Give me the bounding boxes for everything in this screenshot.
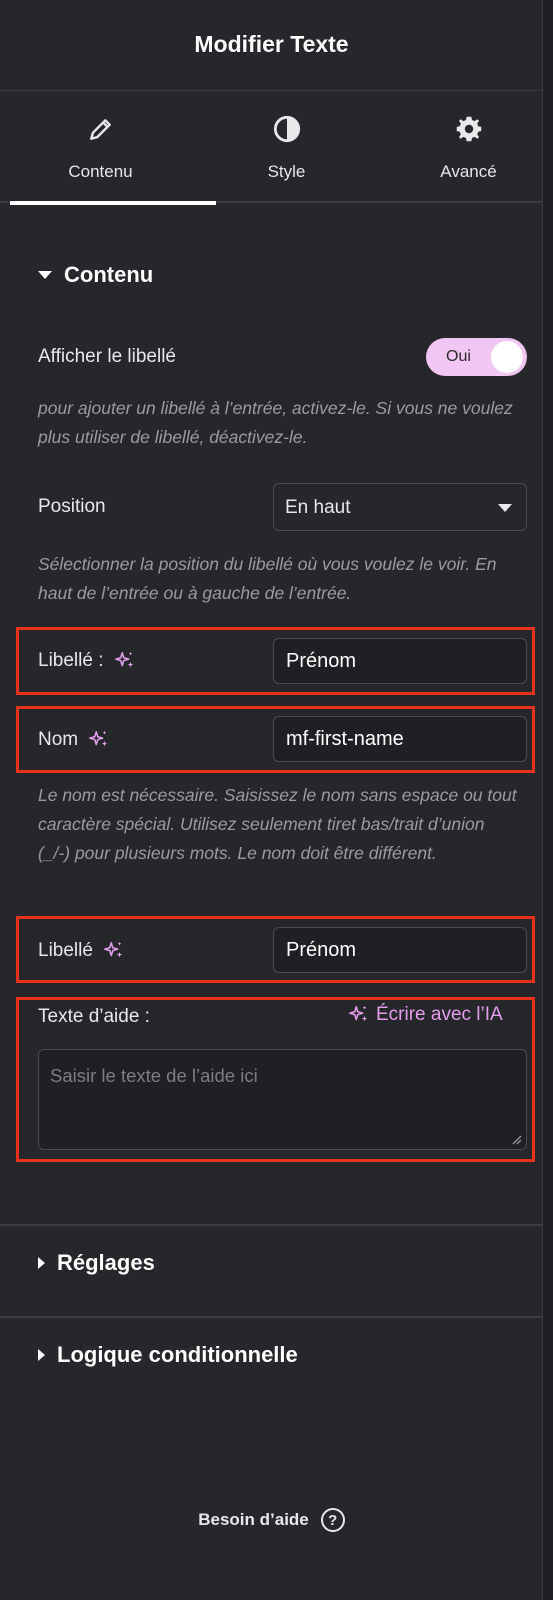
position-help: Sélectionner la position du libellé où v… xyxy=(38,554,497,603)
field-label: Libellé : xyxy=(38,650,104,671)
write-with-ai-link[interactable]: Écrire avec l’IA xyxy=(348,1004,503,1026)
widget-panel: Modifier Texte Contenu Style Avancé Cont… xyxy=(0,0,543,1600)
label-input[interactable]: Prénom xyxy=(273,638,527,684)
chevron-down-icon xyxy=(498,504,512,512)
help-link-label: Besoin d’aide xyxy=(198,1510,309,1529)
tab-label: Contenu xyxy=(68,162,133,181)
field-label: Libellé xyxy=(38,940,93,961)
label-field-label: Libellé : xyxy=(38,650,136,672)
question-icon: ? xyxy=(320,1508,345,1532)
help-link[interactable]: Besoin d’aide ? xyxy=(0,1508,543,1532)
tab-bar: Contenu Style Avancé xyxy=(0,92,543,205)
show-label-label: Afficher le libellé xyxy=(38,346,176,368)
ai-sparkle-icon xyxy=(348,1004,370,1026)
field-label: Position xyxy=(38,496,106,517)
ai-sparkle-icon[interactable] xyxy=(88,729,110,751)
ai-link-label: Écrire avec l’IA xyxy=(376,1004,503,1025)
field-label: Texte d’aide : xyxy=(38,1006,150,1027)
name-help: Le nom est nécessaire. Saisissez le nom … xyxy=(38,785,517,863)
position-label: Position xyxy=(38,496,106,518)
toggle-text: Oui xyxy=(446,348,471,365)
section-header: Logique conditionnelle xyxy=(38,1342,298,1368)
label-input-2[interactable]: Prénom xyxy=(273,927,527,973)
section-contenu-toggle[interactable]: Contenu xyxy=(38,262,153,288)
toggle-knob xyxy=(491,341,523,373)
resize-handle-icon[interactable] xyxy=(510,1133,522,1145)
tab-label: Style xyxy=(267,162,306,181)
textarea-placeholder: Saisir le texte de l’aide ici xyxy=(50,1065,258,1086)
help-text-textarea[interactable]: Saisir le texte de l’aide ici xyxy=(38,1049,527,1150)
label-field-2-label: Libellé xyxy=(38,940,125,962)
caret-down-icon xyxy=(38,271,52,279)
panel-title: Modifier Texte xyxy=(194,31,349,57)
caret-right-icon xyxy=(38,1257,45,1269)
ai-sparkle-icon[interactable] xyxy=(114,650,136,672)
name-input[interactable]: mf-first-name xyxy=(273,716,527,762)
tab-avance[interactable]: Avancé xyxy=(378,92,553,203)
contrast-icon xyxy=(196,114,377,144)
section-logique-toggle[interactable]: Logique conditionnelle xyxy=(0,1318,543,1406)
field-label: Nom xyxy=(38,729,79,750)
section-title: Contenu xyxy=(64,262,154,287)
tab-contenu[interactable]: Contenu xyxy=(10,92,216,205)
select-value: En haut xyxy=(285,497,351,518)
help-text-label: Texte d’aide : xyxy=(38,1006,150,1028)
ai-sparkle-icon[interactable] xyxy=(103,940,125,962)
section-title: Réglages xyxy=(57,1250,155,1275)
panel-header: Modifier Texte xyxy=(0,0,543,91)
show-label-toggle[interactable]: Oui xyxy=(426,338,527,376)
name-field-label: Nom xyxy=(38,729,110,751)
position-select[interactable]: En haut xyxy=(273,483,527,531)
section-title: Logique conditionnelle xyxy=(57,1342,298,1367)
tab-label: Avancé xyxy=(440,162,497,181)
section-header: Réglages xyxy=(38,1250,155,1276)
show-label-help: pour ajouter un libellé à l’entrée, acti… xyxy=(38,398,513,447)
field-label: Afficher le libellé xyxy=(38,346,177,367)
pencil-icon xyxy=(10,114,191,144)
gear-icon xyxy=(378,114,553,144)
tab-style[interactable]: Style xyxy=(196,92,377,203)
caret-right-icon xyxy=(38,1349,45,1361)
section-reglages-toggle[interactable]: Réglages xyxy=(0,1226,543,1314)
